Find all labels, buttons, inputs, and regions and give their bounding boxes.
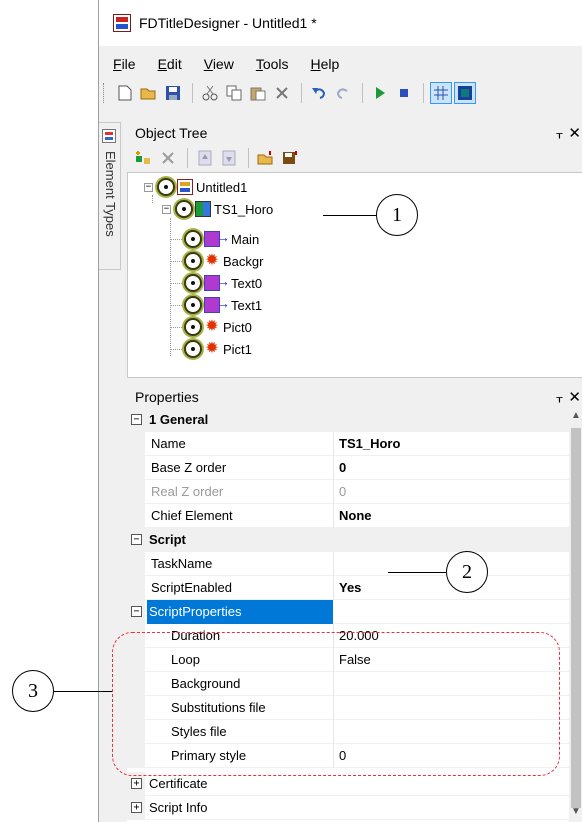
horo-icon <box>195 201 211 217</box>
tree-node-root[interactable]: − Untitled1 <box>144 176 247 198</box>
visibility-eye-icon[interactable] <box>184 340 202 358</box>
prop-row-base-z-order[interactable]: Base Z order 0 <box>127 456 569 480</box>
visibility-eye-icon[interactable] <box>184 318 202 336</box>
visibility-eye-icon[interactable] <box>184 252 202 270</box>
prop-row-script-info[interactable]: + Script Info <box>127 796 569 820</box>
text-element-icon <box>204 295 230 313</box>
category-general[interactable]: − 1 General <box>127 408 569 432</box>
copy-icon[interactable] <box>223 82 245 104</box>
callout-2-leader <box>388 572 446 573</box>
callout-1-leader <box>323 215 376 216</box>
scroll-up-icon[interactable]: ▲ <box>571 410 581 421</box>
expand-icon[interactable]: + <box>131 802 142 813</box>
element-types-label: Element Types <box>103 151 118 237</box>
tree-node-text0[interactable]: Text0 <box>184 272 262 294</box>
callout-1: 1 <box>376 194 418 236</box>
tree-node-text1[interactable]: Text1 <box>184 294 262 316</box>
collapse-icon[interactable]: − <box>131 606 142 617</box>
picture-element-icon: ✹ <box>205 318 219 335</box>
add-element-icon[interactable] <box>133 147 155 169</box>
prop-row-taskname[interactable]: TaskName <box>127 552 569 576</box>
move-down-icon[interactable] <box>218 147 240 169</box>
prop-row-scriptenabled[interactable]: ScriptEnabled Yes <box>127 576 569 600</box>
prop-row-name[interactable]: Name TS1_Horo <box>127 432 569 456</box>
toolbar-grip[interactable] <box>103 83 106 103</box>
preview-icon[interactable] <box>454 82 476 104</box>
callout-2: 2 <box>446 551 488 593</box>
element-types-icon <box>102 129 116 143</box>
object-tree: − Untitled1 − TS1_Horo Main ✹ Backgr Tex… <box>127 172 582 378</box>
tree-node-ts1-horo[interactable]: − TS1_Horo <box>162 198 273 220</box>
visibility-eye-icon[interactable] <box>157 178 175 196</box>
menu-help[interactable]: Help <box>311 56 340 72</box>
collapse-icon[interactable]: − <box>131 414 142 425</box>
play-icon[interactable] <box>369 82 391 104</box>
callout-3: 3 <box>12 670 54 712</box>
prop-row-real-z-order: Real Z order 0 <box>127 480 569 504</box>
window-title: FDTitleDesigner - Untitled1 * <box>139 15 317 31</box>
tree-node-pict1[interactable]: ✹ Pict1 <box>184 338 252 360</box>
object-tree-title: Object Tree <box>135 125 208 141</box>
close-icon[interactable]: ✕ <box>568 124 581 142</box>
prop-row-scriptproperties[interactable]: − ScriptProperties <box>127 600 569 624</box>
save-icon[interactable] <box>162 82 184 104</box>
picture-element-icon: ✹ <box>205 252 219 269</box>
delete-icon[interactable] <box>157 147 179 169</box>
main-toolbar <box>99 78 582 108</box>
stop-icon[interactable] <box>393 82 415 104</box>
prop-row-chief-element[interactable]: Chief Element None <box>127 504 569 528</box>
object-tree-toolbar <box>127 145 582 171</box>
close-icon[interactable]: ✕ <box>568 388 581 406</box>
cut-icon[interactable] <box>199 82 221 104</box>
tree-node-pict0[interactable]: ✹ Pict0 <box>184 316 252 338</box>
menu-view[interactable]: View <box>204 56 234 72</box>
visibility-eye-icon[interactable] <box>175 200 193 218</box>
paste-icon[interactable] <box>247 82 269 104</box>
save-icon[interactable] <box>279 147 301 169</box>
move-up-icon[interactable] <box>194 147 216 169</box>
delete-icon[interactable] <box>271 82 293 104</box>
undo-icon[interactable] <box>308 82 330 104</box>
collapse-icon[interactable]: − <box>131 534 142 545</box>
menu-bar: File Edit View Tools Help <box>99 52 582 76</box>
visibility-eye-icon[interactable] <box>184 274 202 292</box>
category-script[interactable]: − Script <box>127 528 569 552</box>
pin-icon[interactable]: ᚁ <box>557 126 563 140</box>
grid-icon[interactable] <box>430 82 452 104</box>
picture-element-icon: ✹ <box>205 340 219 357</box>
menu-tools[interactable]: Tools <box>256 56 289 72</box>
pin-icon[interactable]: ᚁ <box>557 390 563 404</box>
object-tree-header: Object Tree ᚁ ✕ <box>127 122 582 144</box>
collapse-icon[interactable]: − <box>144 182 153 192</box>
scroll-thumb[interactable] <box>571 428 581 808</box>
collapse-icon[interactable]: − <box>162 204 171 214</box>
tree-node-main[interactable]: Main <box>184 228 259 250</box>
new-icon[interactable] <box>114 82 136 104</box>
text-element-icon <box>204 273 230 291</box>
text-element-icon <box>204 229 230 247</box>
menu-file[interactable]: File <box>113 56 136 72</box>
scroll-down-icon[interactable]: ▼ <box>571 806 581 817</box>
open-icon[interactable] <box>138 82 160 104</box>
properties-title: Properties <box>135 389 199 405</box>
properties-header: Properties ᚁ ✕ <box>127 386 582 408</box>
callout-3-leader <box>54 691 112 692</box>
redo-icon[interactable] <box>332 82 354 104</box>
root-icon <box>177 179 193 195</box>
expand-icon[interactable]: + <box>131 778 142 789</box>
element-types-tab[interactable]: Element Types <box>99 122 121 270</box>
menu-edit[interactable]: Edit <box>158 56 182 72</box>
load-icon[interactable] <box>255 147 277 169</box>
properties-scrollbar[interactable]: ▲ ▼ <box>569 406 582 822</box>
tree-node-backgr[interactable]: ✹ Backgr <box>184 250 263 272</box>
title-bar: FDTitleDesigner - Untitled1 * <box>99 0 582 46</box>
visibility-eye-icon[interactable] <box>184 296 202 314</box>
visibility-eye-icon[interactable] <box>184 230 202 248</box>
script-properties-highlight <box>112 632 560 776</box>
app-icon <box>113 14 131 32</box>
